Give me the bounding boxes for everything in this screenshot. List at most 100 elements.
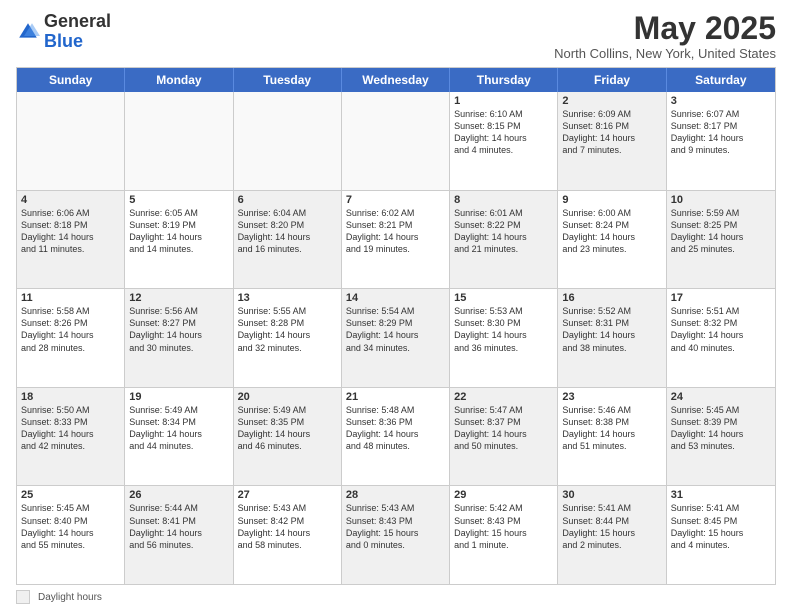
calendar-cell: 19Sunrise: 5:49 AM Sunset: 8:34 PM Dayli… bbox=[125, 388, 233, 486]
calendar-cell: 8Sunrise: 6:01 AM Sunset: 8:22 PM Daylig… bbox=[450, 191, 558, 289]
calendar-cell: 23Sunrise: 5:46 AM Sunset: 8:38 PM Dayli… bbox=[558, 388, 666, 486]
month-title: May 2025 bbox=[554, 12, 776, 44]
cell-info: Sunrise: 6:07 AM Sunset: 8:17 PM Dayligh… bbox=[671, 108, 771, 157]
footer: Daylight hours bbox=[16, 590, 776, 604]
calendar-cell: 27Sunrise: 5:43 AM Sunset: 8:42 PM Dayli… bbox=[234, 486, 342, 584]
day-of-week-header: Tuesday bbox=[234, 68, 342, 92]
cell-info: Sunrise: 5:41 AM Sunset: 8:45 PM Dayligh… bbox=[671, 502, 771, 551]
calendar-cell: 31Sunrise: 5:41 AM Sunset: 8:45 PM Dayli… bbox=[667, 486, 775, 584]
cell-info: Sunrise: 6:10 AM Sunset: 8:15 PM Dayligh… bbox=[454, 108, 553, 157]
day-number: 4 bbox=[21, 194, 120, 206]
calendar-cell: 6Sunrise: 6:04 AM Sunset: 8:20 PM Daylig… bbox=[234, 191, 342, 289]
day-of-week-header: Thursday bbox=[450, 68, 558, 92]
cell-info: Sunrise: 6:09 AM Sunset: 8:16 PM Dayligh… bbox=[562, 108, 661, 157]
cell-info: Sunrise: 6:00 AM Sunset: 8:24 PM Dayligh… bbox=[562, 207, 661, 256]
calendar-cell bbox=[125, 92, 233, 190]
logo-text: General Blue bbox=[44, 12, 111, 52]
header: General Blue May 2025 North Collins, New… bbox=[16, 12, 776, 61]
calendar-cell: 12Sunrise: 5:56 AM Sunset: 8:27 PM Dayli… bbox=[125, 289, 233, 387]
calendar-body: 1Sunrise: 6:10 AM Sunset: 8:15 PM Daylig… bbox=[17, 92, 775, 584]
cell-info: Sunrise: 5:45 AM Sunset: 8:40 PM Dayligh… bbox=[21, 502, 120, 551]
page: General Blue May 2025 North Collins, New… bbox=[0, 0, 792, 612]
cell-info: Sunrise: 5:43 AM Sunset: 8:42 PM Dayligh… bbox=[238, 502, 337, 551]
cell-info: Sunrise: 5:49 AM Sunset: 8:34 PM Dayligh… bbox=[129, 404, 228, 453]
location: North Collins, New York, United States bbox=[554, 46, 776, 61]
cell-info: Sunrise: 6:04 AM Sunset: 8:20 PM Dayligh… bbox=[238, 207, 337, 256]
day-number: 12 bbox=[129, 292, 228, 304]
calendar-cell: 13Sunrise: 5:55 AM Sunset: 8:28 PM Dayli… bbox=[234, 289, 342, 387]
calendar-row: 11Sunrise: 5:58 AM Sunset: 8:26 PM Dayli… bbox=[17, 289, 775, 388]
day-number: 15 bbox=[454, 292, 553, 304]
day-number: 3 bbox=[671, 95, 771, 107]
calendar-cell: 11Sunrise: 5:58 AM Sunset: 8:26 PM Dayli… bbox=[17, 289, 125, 387]
calendar-row: 1Sunrise: 6:10 AM Sunset: 8:15 PM Daylig… bbox=[17, 92, 775, 191]
cell-info: Sunrise: 5:41 AM Sunset: 8:44 PM Dayligh… bbox=[562, 502, 661, 551]
day-number: 8 bbox=[454, 194, 553, 206]
logo-general-text: General bbox=[44, 11, 111, 31]
cell-info: Sunrise: 5:52 AM Sunset: 8:31 PM Dayligh… bbox=[562, 305, 661, 354]
calendar: SundayMondayTuesdayWednesdayThursdayFrid… bbox=[16, 67, 776, 585]
calendar-cell: 4Sunrise: 6:06 AM Sunset: 8:18 PM Daylig… bbox=[17, 191, 125, 289]
day-of-week-header: Sunday bbox=[17, 68, 125, 92]
day-number: 18 bbox=[21, 391, 120, 403]
calendar-cell: 21Sunrise: 5:48 AM Sunset: 8:36 PM Dayli… bbox=[342, 388, 450, 486]
day-number: 24 bbox=[671, 391, 771, 403]
day-number: 23 bbox=[562, 391, 661, 403]
title-block: May 2025 North Collins, New York, United… bbox=[554, 12, 776, 61]
calendar-cell: 14Sunrise: 5:54 AM Sunset: 8:29 PM Dayli… bbox=[342, 289, 450, 387]
day-number: 11 bbox=[21, 292, 120, 304]
calendar-cell bbox=[234, 92, 342, 190]
day-number: 17 bbox=[671, 292, 771, 304]
day-number: 25 bbox=[21, 489, 120, 501]
calendar-cell bbox=[342, 92, 450, 190]
cell-info: Sunrise: 6:05 AM Sunset: 8:19 PM Dayligh… bbox=[129, 207, 228, 256]
calendar-cell: 9Sunrise: 6:00 AM Sunset: 8:24 PM Daylig… bbox=[558, 191, 666, 289]
cell-info: Sunrise: 5:43 AM Sunset: 8:43 PM Dayligh… bbox=[346, 502, 445, 551]
day-number: 14 bbox=[346, 292, 445, 304]
cell-info: Sunrise: 5:59 AM Sunset: 8:25 PM Dayligh… bbox=[671, 207, 771, 256]
day-number: 19 bbox=[129, 391, 228, 403]
cell-info: Sunrise: 6:02 AM Sunset: 8:21 PM Dayligh… bbox=[346, 207, 445, 256]
calendar-cell: 29Sunrise: 5:42 AM Sunset: 8:43 PM Dayli… bbox=[450, 486, 558, 584]
cell-info: Sunrise: 5:51 AM Sunset: 8:32 PM Dayligh… bbox=[671, 305, 771, 354]
shaded-box bbox=[16, 590, 30, 604]
calendar-row: 18Sunrise: 5:50 AM Sunset: 8:33 PM Dayli… bbox=[17, 388, 775, 487]
calendar-cell: 5Sunrise: 6:05 AM Sunset: 8:19 PM Daylig… bbox=[125, 191, 233, 289]
cell-info: Sunrise: 5:42 AM Sunset: 8:43 PM Dayligh… bbox=[454, 502, 553, 551]
cell-info: Sunrise: 5:58 AM Sunset: 8:26 PM Dayligh… bbox=[21, 305, 120, 354]
day-number: 6 bbox=[238, 194, 337, 206]
calendar-cell: 22Sunrise: 5:47 AM Sunset: 8:37 PM Dayli… bbox=[450, 388, 558, 486]
calendar-cell: 15Sunrise: 5:53 AM Sunset: 8:30 PM Dayli… bbox=[450, 289, 558, 387]
cell-info: Sunrise: 5:56 AM Sunset: 8:27 PM Dayligh… bbox=[129, 305, 228, 354]
cell-info: Sunrise: 5:55 AM Sunset: 8:28 PM Dayligh… bbox=[238, 305, 337, 354]
day-number: 22 bbox=[454, 391, 553, 403]
cell-info: Sunrise: 5:44 AM Sunset: 8:41 PM Dayligh… bbox=[129, 502, 228, 551]
day-number: 20 bbox=[238, 391, 337, 403]
calendar-header: SundayMondayTuesdayWednesdayThursdayFrid… bbox=[17, 68, 775, 92]
calendar-cell bbox=[17, 92, 125, 190]
day-of-week-header: Wednesday bbox=[342, 68, 450, 92]
calendar-cell: 1Sunrise: 6:10 AM Sunset: 8:15 PM Daylig… bbox=[450, 92, 558, 190]
calendar-cell: 30Sunrise: 5:41 AM Sunset: 8:44 PM Dayli… bbox=[558, 486, 666, 584]
calendar-cell: 10Sunrise: 5:59 AM Sunset: 8:25 PM Dayli… bbox=[667, 191, 775, 289]
day-number: 7 bbox=[346, 194, 445, 206]
day-number: 16 bbox=[562, 292, 661, 304]
calendar-cell: 18Sunrise: 5:50 AM Sunset: 8:33 PM Dayli… bbox=[17, 388, 125, 486]
cell-info: Sunrise: 5:53 AM Sunset: 8:30 PM Dayligh… bbox=[454, 305, 553, 354]
logo-icon bbox=[16, 20, 40, 44]
day-number: 21 bbox=[346, 391, 445, 403]
cell-info: Sunrise: 5:47 AM Sunset: 8:37 PM Dayligh… bbox=[454, 404, 553, 453]
daylight-hours-label: Daylight hours bbox=[38, 592, 102, 603]
day-number: 28 bbox=[346, 489, 445, 501]
cell-info: Sunrise: 6:06 AM Sunset: 8:18 PM Dayligh… bbox=[21, 207, 120, 256]
day-of-week-header: Monday bbox=[125, 68, 233, 92]
day-number: 27 bbox=[238, 489, 337, 501]
day-number: 13 bbox=[238, 292, 337, 304]
cell-info: Sunrise: 5:50 AM Sunset: 8:33 PM Dayligh… bbox=[21, 404, 120, 453]
cell-info: Sunrise: 6:01 AM Sunset: 8:22 PM Dayligh… bbox=[454, 207, 553, 256]
calendar-cell: 26Sunrise: 5:44 AM Sunset: 8:41 PM Dayli… bbox=[125, 486, 233, 584]
cell-info: Sunrise: 5:48 AM Sunset: 8:36 PM Dayligh… bbox=[346, 404, 445, 453]
calendar-cell: 24Sunrise: 5:45 AM Sunset: 8:39 PM Dayli… bbox=[667, 388, 775, 486]
day-number: 10 bbox=[671, 194, 771, 206]
day-of-week-header: Saturday bbox=[667, 68, 775, 92]
